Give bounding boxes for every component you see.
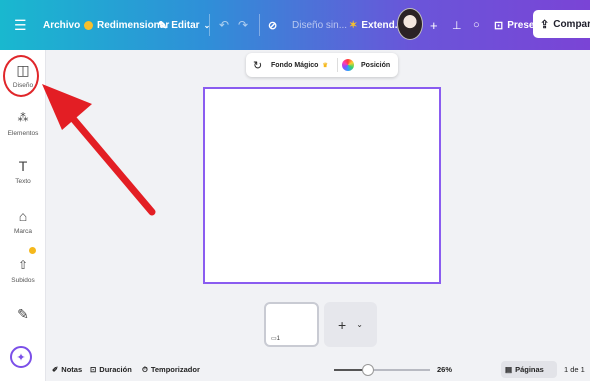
analytics-icon[interactable]: ⊥ (452, 0, 462, 50)
archivo-label: Archivo (43, 19, 81, 31)
divider (209, 14, 210, 36)
crown-icon (84, 20, 93, 30)
editar-label: Editar (171, 19, 200, 31)
magic-assistant-button[interactable]: ✦ (10, 346, 32, 368)
upload-icon: ⇧ (17, 258, 29, 272)
zoom-slider[interactable] (334, 364, 430, 376)
cloud-sync-icon[interactable]: ⊘ (268, 0, 277, 50)
posicion-button[interactable]: Posición (361, 53, 390, 77)
extend-button[interactable]: ✶ Extend... (349, 0, 403, 50)
temporizador-button[interactable]: ⏱ Temporizador (142, 358, 200, 381)
divider (259, 14, 260, 36)
sidebar-item-subidos[interactable]: ⇧ Subidos (0, 257, 46, 284)
timer-icon: ⏱ (142, 364, 148, 374)
sidebar-item-label: Texto (15, 178, 31, 185)
compartir-button[interactable]: ⇪ Compartir (533, 10, 590, 38)
fondo-magico-label: Fondo Mágico (271, 61, 319, 69)
sparkle-icon: ✦ (16, 351, 26, 364)
shapes-icon: ⁂ (17, 112, 29, 124)
page-count-label: 1 de 1 (564, 365, 585, 374)
sidebar-item-label: Subidos (11, 277, 35, 284)
premium-badge-icon (29, 247, 36, 254)
redo-icon[interactable]: ↷ (238, 0, 248, 50)
zoom-value: 26% (437, 365, 453, 374)
duracion-button[interactable]: ⊡ Duración (90, 358, 132, 381)
crown-icon: ♛ (322, 62, 328, 69)
notes-icon: ✐ (52, 365, 59, 374)
pencil-icon: ✎ (158, 19, 168, 32)
editar-button[interactable]: ✎ Editar ⌄ (158, 0, 210, 50)
plus-icon: + (338, 316, 347, 333)
share-icon: ⇪ (540, 18, 550, 31)
page-thumbnail[interactable]: ▭1 (264, 302, 319, 347)
duration-icon: ⊡ (90, 365, 97, 374)
present-icon: ⊡ (494, 19, 504, 32)
page-number: ▭1 (271, 336, 281, 342)
color-wheel-icon (342, 59, 354, 71)
rotate-icon[interactable]: ↻ (253, 53, 262, 77)
bottom-bar: ✐ Notas ⊡ Duración ⏱ Temporizador 26% ▤ … (46, 358, 590, 381)
posicion-label: Posición (361, 61, 391, 69)
draw-icon: ✎ (17, 306, 29, 322)
layout-icon: ◫ (16, 62, 30, 78)
left-sidebar: ◫ Diseño ⁂ Elementos T Texto ⌂ Marca ⇧ S… (0, 50, 46, 381)
paginas-label: Páginas (515, 365, 544, 374)
fondo-magico-button[interactable]: Fondo Mágico ♛ (271, 53, 328, 77)
comment-icon[interactable]: ○ (473, 0, 480, 50)
paginas-button[interactable]: ▤ Páginas (505, 358, 544, 381)
sidebar-item-marca[interactable]: ⌂ Marca (0, 208, 46, 235)
zoom-slider-handle[interactable] (362, 364, 374, 376)
zoom-level[interactable]: 26% (437, 358, 452, 381)
canvas-context-toolbar: ↻ Fondo Mágico ♛ Posición (246, 53, 398, 77)
arrow-head (42, 84, 92, 130)
temporizador-label: Temporizador (150, 365, 200, 374)
pages-icon: ▤ (505, 365, 513, 374)
document-title-label: Diseño sin... (292, 19, 348, 31)
top-toolbar: ☰ Archivo Redimensionar ✎ Editar ⌄ ↶ ↷ ⊘… (0, 0, 590, 50)
design-canvas[interactable] (203, 87, 441, 284)
add-page-button[interactable]: + ⌄ (324, 302, 377, 347)
sidebar-item-diseno[interactable]: ◫ Diseño (0, 62, 46, 89)
undo-icon[interactable]: ↶ (219, 0, 229, 50)
text-icon: T (18, 158, 28, 174)
avatar[interactable] (397, 8, 423, 40)
compartir-label: Compartir (553, 18, 590, 30)
add-collaborator-icon[interactable]: + (430, 0, 438, 50)
redimensionar-button[interactable]: Redimensionar (84, 0, 169, 50)
arrow-shaft (66, 111, 156, 216)
hamburger-icon[interactable]: ☰ (14, 0, 27, 50)
notas-label: Notas (61, 365, 83, 374)
document-title[interactable]: Diseño sin... (292, 0, 347, 50)
sidebar-item-label: Elementos (7, 130, 39, 137)
sidebar-item-elementos[interactable]: ⁂ Elementos (0, 110, 46, 137)
divider (337, 58, 338, 72)
duracion-label: Duración (99, 365, 132, 374)
notas-button[interactable]: ✐ Notas (52, 358, 82, 381)
archivo-menu[interactable]: Archivo (43, 0, 80, 50)
brand-icon: ⌂ (18, 208, 28, 224)
page-count: 1 de 1 (564, 358, 585, 381)
sparkle-icon: ✶ (349, 19, 358, 31)
sidebar-item-draw[interactable]: ✎ (0, 306, 46, 326)
color-picker-button[interactable] (342, 53, 354, 77)
sidebar-item-texto[interactable]: T Texto (0, 158, 46, 185)
sidebar-item-label: Marca (13, 228, 33, 235)
chevron-down-icon: ⌄ (356, 320, 363, 329)
sidebar-item-label: Diseño (12, 82, 34, 89)
